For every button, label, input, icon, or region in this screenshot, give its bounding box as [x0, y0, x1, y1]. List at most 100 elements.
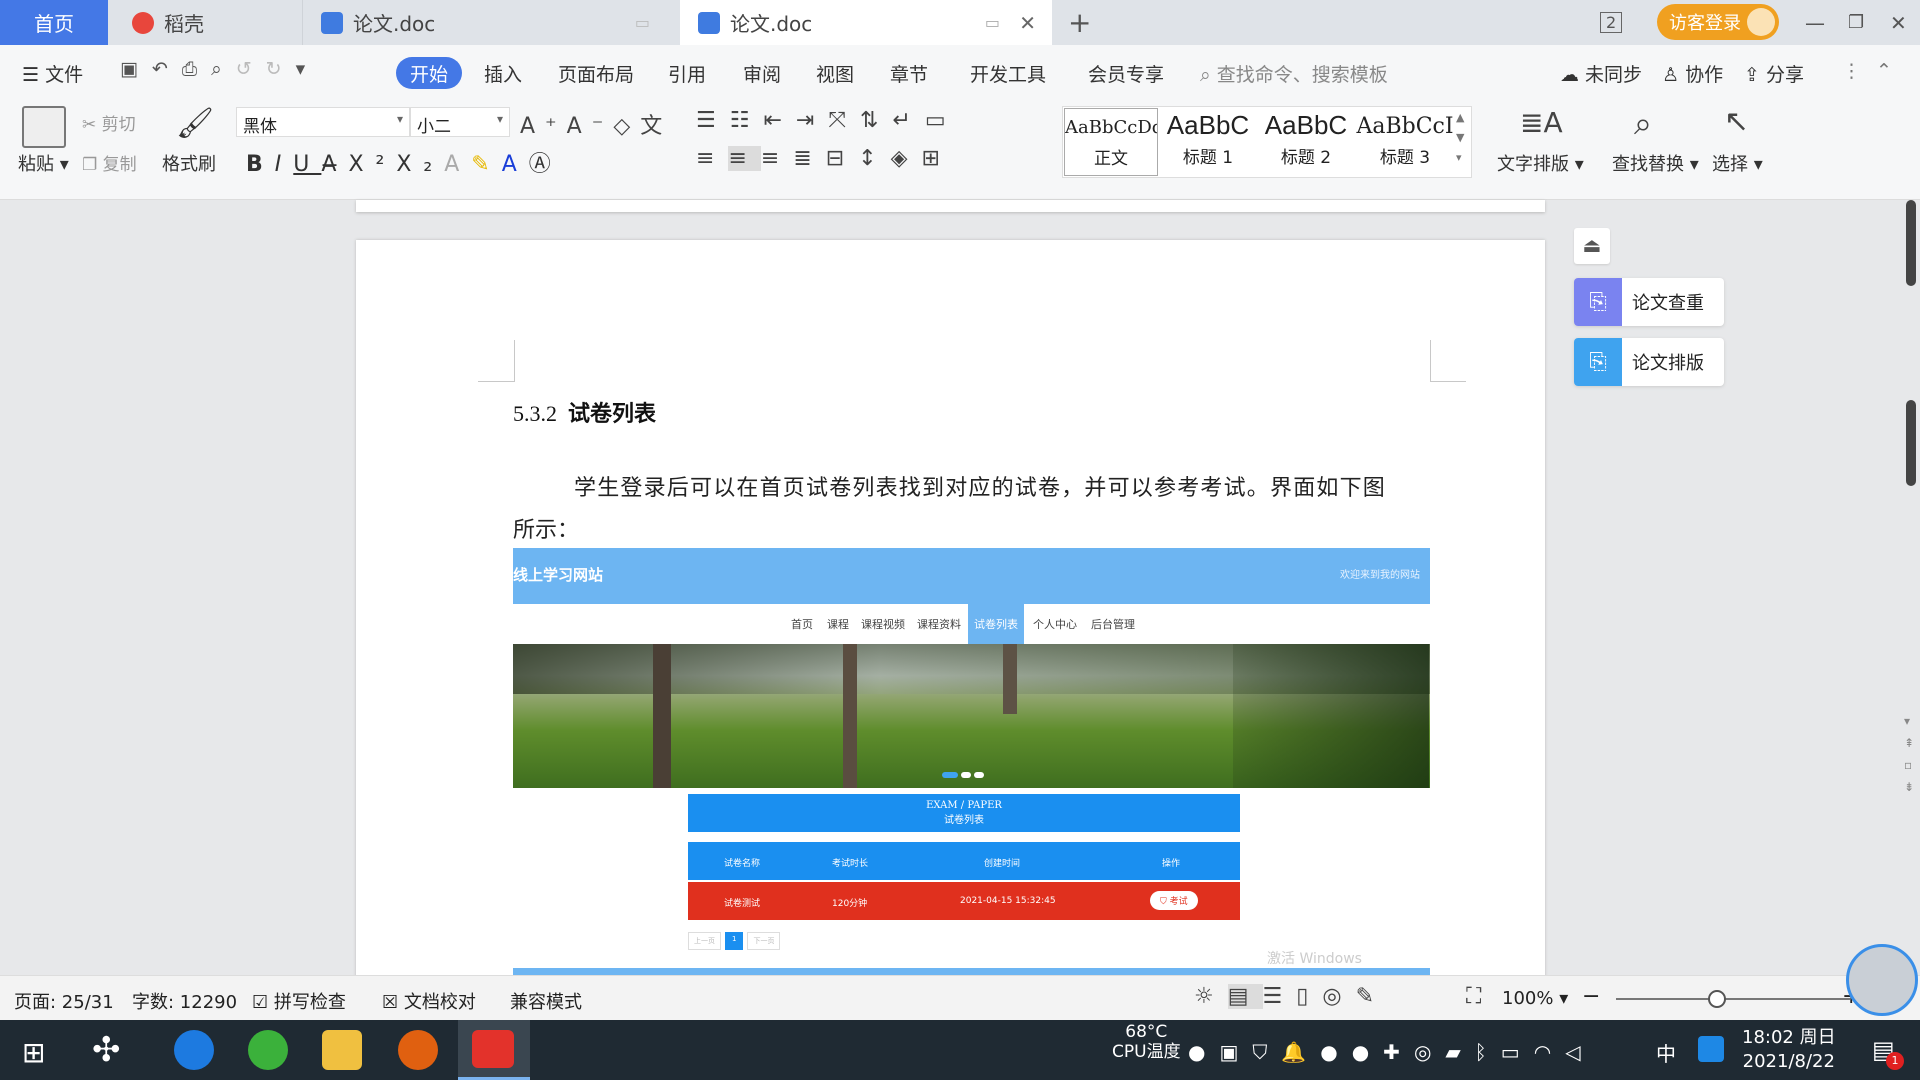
collab-button[interactable]: ♙ 协作 — [1662, 60, 1723, 87]
web-view-icon[interactable]: ◎ — [1322, 984, 1355, 1009]
tray-app-icon[interactable]: ● — [1352, 1040, 1383, 1064]
shield-tray-icon[interactable]: ⛉ — [1252, 1040, 1281, 1064]
command-search[interactable]: ⌕ 查找命令、搜索模板 — [1200, 60, 1388, 87]
strikethrough-icon[interactable]: A̶ — [321, 152, 348, 177]
reading-view-icon[interactable]: ▯ — [1296, 984, 1322, 1009]
tray-app-icon[interactable]: ✚ — [1383, 1040, 1414, 1064]
font-name-select[interactable]: 黑体 ▾ — [236, 107, 410, 137]
style-normal[interactable]: AaBbCcDd 正文 — [1064, 108, 1158, 176]
phonetic-icon[interactable]: 文 — [640, 114, 672, 139]
table-row[interactable]: 试卷测试 120分钟 2021-04-15 15:32:45 ⛉ 考试 — [688, 882, 1240, 920]
shrink-font-icon[interactable]: A⁻ — [567, 114, 614, 139]
search-app-icon[interactable] — [1698, 1036, 1724, 1062]
volume-icon[interactable]: ◁ — [1565, 1040, 1594, 1064]
customize-icon[interactable]: ▾ — [296, 58, 320, 80]
zoom-select[interactable]: 100% ▾ — [1502, 988, 1568, 1009]
pager-page-1[interactable]: 1 — [725, 932, 744, 950]
redo-icon[interactable]: ↻ — [266, 58, 296, 80]
tab-insert[interactable]: 插入 — [484, 60, 522, 87]
paste-button[interactable]: 粘贴 ▾ — [18, 150, 69, 176]
format-painter-button[interactable]: 格式刷 — [162, 150, 216, 176]
fan-app-icon[interactable]: ✣ — [92, 1030, 121, 1070]
style-heading-3[interactable]: AaBbCcI 标题 3 — [1356, 108, 1454, 176]
page-view-icon[interactable]: ▤ — [1227, 984, 1263, 1009]
eye-protect-icon[interactable]: ☼ — [1194, 984, 1228, 1009]
copy-button[interactable]: ❐ 复制 — [82, 150, 137, 175]
doc-proof-button[interactable]: ☒ 文档校对 — [382, 988, 476, 1014]
section-heading[interactable]: 5.3.2 试卷列表 — [513, 396, 656, 428]
restore-icon[interactable]: ❐ — [1848, 0, 1868, 45]
zoom-out-icon[interactable]: − — [1582, 984, 1600, 1009]
orange-app-icon[interactable] — [398, 1030, 438, 1070]
undo-history-icon[interactable]: ↶ — [152, 58, 182, 80]
tab-chapter[interactable]: 章节 — [890, 60, 928, 87]
battery-icon[interactable]: ▭ — [1501, 1040, 1534, 1064]
panel-collapse-icon[interactable]: ⏏ — [1574, 228, 1610, 264]
grow-font-icon[interactable]: A⁺ — [520, 114, 567, 139]
pager-prev[interactable]: 上一页 — [688, 932, 721, 950]
style-heading-1[interactable]: AaBbC 标题 1 — [1160, 108, 1256, 176]
zoom-slider[interactable] — [1616, 998, 1850, 1000]
vertical-scrollbar[interactable]: ▾ ⇞ ▫ ⇟ — [1904, 200, 1918, 975]
tab-home[interactable]: 首页 — [0, 0, 108, 45]
carousel-dot[interactable] — [974, 772, 984, 778]
spellcheck-button[interactable]: ☑ 拼写检查 — [252, 988, 346, 1014]
styles-scroll-icon[interactable]: ▲ ▼ ▾ — [1456, 108, 1464, 168]
select-button[interactable]: 选择 ▾ — [1712, 150, 1763, 176]
nvidia-icon[interactable]: ▰ — [1445, 1040, 1474, 1064]
bold-icon[interactable]: B — [246, 152, 275, 177]
font-color-icon[interactable]: A — [502, 152, 529, 177]
justify-icon[interactable]: ≣ — [793, 146, 825, 171]
find-replace-button[interactable]: 查找替换 ▾ — [1612, 150, 1699, 176]
save-icon[interactable]: ▣ — [120, 58, 152, 80]
embedded-screenshot[interactable]: 线上学习网站 欢迎来到我的网站 首页 课程 课程视频 课程资料 试卷列表 个人中… — [513, 548, 1430, 980]
align-left-icon[interactable]: ≡ — [696, 146, 728, 171]
ie-icon[interactable] — [174, 1030, 214, 1070]
tab-daoke[interactable]: 稻壳 — [110, 0, 300, 45]
style-heading-2[interactable]: AaBbC 标题 2 — [1258, 108, 1354, 176]
subscript-icon[interactable]: X₂ — [396, 152, 444, 177]
minimize-icon[interactable]: — — [1805, 0, 1825, 45]
chinese-layout-icon[interactable]: ⤧ — [828, 108, 860, 133]
distribute-icon[interactable]: ⊟ — [826, 146, 858, 171]
tab-references[interactable]: 引用 — [668, 60, 706, 87]
bell-icon[interactable]: 🔔 — [1281, 1040, 1320, 1064]
bluetooth-icon[interactable]: ᛒ — [1475, 1040, 1501, 1064]
outdent-icon[interactable]: ⇤ — [763, 108, 795, 133]
assistant-robot-avatar[interactable] — [1846, 944, 1918, 1016]
carousel-dot[interactable] — [961, 772, 971, 778]
cut-button[interactable]: ✂ 剪切 — [82, 110, 136, 135]
ime-indicator[interactable]: 中 — [1656, 1038, 1676, 1067]
tray-app-icon[interactable]: ◎ — [1414, 1040, 1445, 1064]
write-mode-icon[interactable]: ✎ — [1356, 984, 1388, 1009]
char-border-icon[interactable]: Ⓐ — [529, 152, 563, 177]
shading-icon[interactable]: ◈ — [891, 146, 922, 171]
tab-page-layout[interactable]: 页面布局 — [558, 60, 634, 87]
wps-taskbar-button[interactable] — [458, 1020, 530, 1080]
guest-login-button[interactable]: 访客登录 — [1657, 4, 1779, 40]
ruler-icon[interactable]: ▭ — [925, 108, 960, 133]
paragraph-line-1[interactable]: 学生登录后可以在首页试卷列表找到对应的试卷，并可以参考考试。界面如下图 — [574, 470, 1386, 502]
paragraph-line-2[interactable]: 所示： — [513, 512, 579, 544]
cpu-temp-widget[interactable]: 68°C CPU温度 — [1112, 1022, 1181, 1062]
wifi-icon[interactable]: ◠ — [1534, 1040, 1565, 1064]
page-nav-arrows-icon[interactable]: ▾ ⇞ ▫ ⇟ — [1904, 710, 1914, 798]
fit-page-icon[interactable]: ⛶ — [1466, 984, 1481, 1009]
underline-icon[interactable]: U — [293, 152, 321, 177]
browser-360-icon[interactable] — [248, 1030, 288, 1070]
text-effect-icon[interactable]: A — [444, 152, 471, 177]
font-size-select[interactable]: 小二 ▾ — [410, 107, 510, 137]
border-icon[interactable]: ⊞ — [922, 146, 954, 171]
tab-developer[interactable]: 开发工具 — [970, 60, 1046, 87]
word-count[interactable]: 字数: 12290 — [132, 988, 237, 1014]
close-window-icon[interactable]: ✕ — [1890, 0, 1910, 45]
tab-review[interactable]: 审阅 — [743, 60, 781, 87]
qq-icon[interactable]: ● — [1320, 1040, 1351, 1064]
sync-status[interactable]: ☁ 未同步 — [1560, 60, 1642, 87]
superscript-icon[interactable]: X² — [348, 152, 396, 177]
share-button[interactable]: ⇪ 分享 — [1744, 60, 1804, 87]
clear-format-icon[interactable]: ◇ — [613, 114, 640, 139]
print-preview-icon[interactable]: ⌕ — [211, 58, 236, 80]
tab-start[interactable]: 开始 — [396, 57, 462, 89]
clock[interactable]: 18:02 周日 2021/8/22 — [1742, 1026, 1836, 1074]
